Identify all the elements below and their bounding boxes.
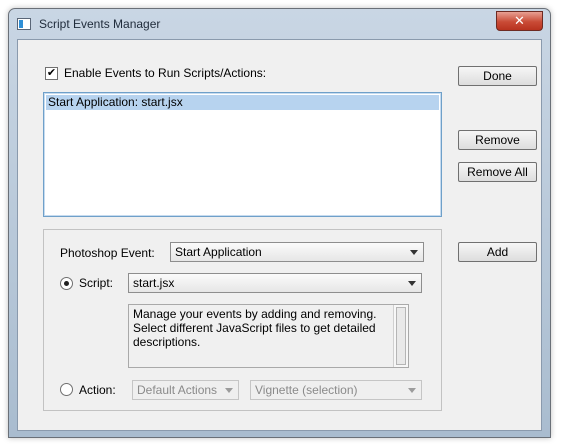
checkmark-icon: ✔	[46, 66, 57, 79]
enable-events-row: ✔ Enable Events to Run Scripts/Actions:	[45, 66, 266, 80]
window-title: Script Events Manager	[39, 17, 161, 31]
script-label: Script:	[79, 276, 114, 290]
script-value: start.jsx	[133, 276, 175, 290]
chevron-down-icon	[408, 281, 416, 286]
chevron-down-icon	[408, 388, 416, 393]
action-set-dropdown[interactable]: Default Actions	[132, 380, 239, 400]
description-scrollbar[interactable]	[393, 305, 408, 367]
close-button[interactable]: ✕	[496, 11, 543, 31]
chevron-down-icon	[225, 388, 233, 393]
action-value: Vignette (selection)	[255, 383, 358, 397]
remove-all-button[interactable]: Remove All	[458, 162, 537, 182]
event-settings-group: Photoshop Event: Start Application Scrip…	[43, 229, 442, 411]
chevron-down-icon	[410, 250, 418, 255]
done-button[interactable]: Done	[458, 66, 537, 86]
action-radio[interactable]	[60, 383, 73, 396]
enable-events-checkbox[interactable]: ✔	[45, 66, 58, 80]
script-description-text: Manage your events by adding and removin…	[133, 307, 377, 349]
photoshop-event-dropdown[interactable]: Start Application	[170, 242, 424, 262]
script-events-manager-window: Script Events Manager ✕ ✔ Enable Events …	[8, 8, 551, 438]
action-label: Action:	[79, 383, 116, 397]
list-item[interactable]: Start Application: start.jsx	[46, 95, 439, 110]
enable-events-label: Enable Events to Run Scripts/Actions:	[64, 66, 267, 80]
script-dropdown[interactable]: start.jsx	[128, 273, 422, 293]
app-icon	[17, 18, 31, 30]
action-dropdown[interactable]: Vignette (selection)	[250, 380, 422, 400]
events-list[interactable]: Start Application: start.jsx	[43, 92, 442, 217]
scrollbar-thumb[interactable]	[396, 307, 406, 365]
script-radio[interactable]	[60, 277, 73, 290]
dialog-body: ✔ Enable Events to Run Scripts/Actions: …	[17, 39, 542, 431]
photoshop-event-label: Photoshop Event:	[60, 246, 155, 260]
script-description: Manage your events by adding and removin…	[128, 304, 409, 368]
title-bar: Script Events Manager ✕	[9, 9, 550, 39]
remove-button[interactable]: Remove	[458, 130, 537, 150]
photoshop-event-value: Start Application	[175, 245, 262, 259]
add-button[interactable]: Add	[458, 242, 537, 262]
action-set-value: Default Actions	[137, 383, 218, 397]
close-icon: ✕	[514, 13, 525, 28]
